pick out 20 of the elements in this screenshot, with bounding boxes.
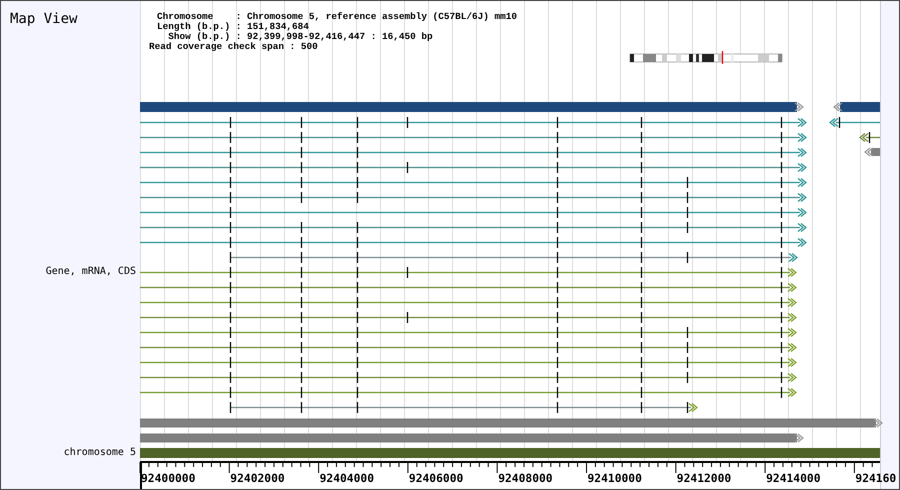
track-label: chromosome 5 <box>64 447 136 459</box>
axis-label: 92414000 <box>766 472 821 485</box>
axis-label: 92404000 <box>320 472 374 485</box>
transcript-track <box>829 117 880 128</box>
transcript-track <box>859 132 880 143</box>
axis-label: 92412000 <box>676 472 732 485</box>
track-label: Gene, mRNA, CDS <box>46 266 136 278</box>
axis-label: 924160 <box>855 472 896 485</box>
axis-label: 92402000 <box>230 472 285 485</box>
info-line: Show (b.p.) : 92,399,998-92,416,447 : 16,450 bp <box>167 32 434 42</box>
info-line: Read coverage check span : 500 <box>149 42 319 52</box>
axis-label: 92406000 <box>408 472 464 485</box>
info-line: Chromosome : Chromosome 5, reference assembly (C57BL/6J) mm10 <box>157 12 518 22</box>
axis-label: 92400000 <box>141 472 196 485</box>
axis-label: 92408000 <box>498 472 553 485</box>
info-line: Length (b.p.) : 151,834,684 <box>157 22 310 32</box>
map-view-title: Map View <box>10 10 78 28</box>
feature-bar <box>833 102 880 112</box>
feature-bar <box>864 147 880 157</box>
axis-label: 92410000 <box>588 472 642 485</box>
